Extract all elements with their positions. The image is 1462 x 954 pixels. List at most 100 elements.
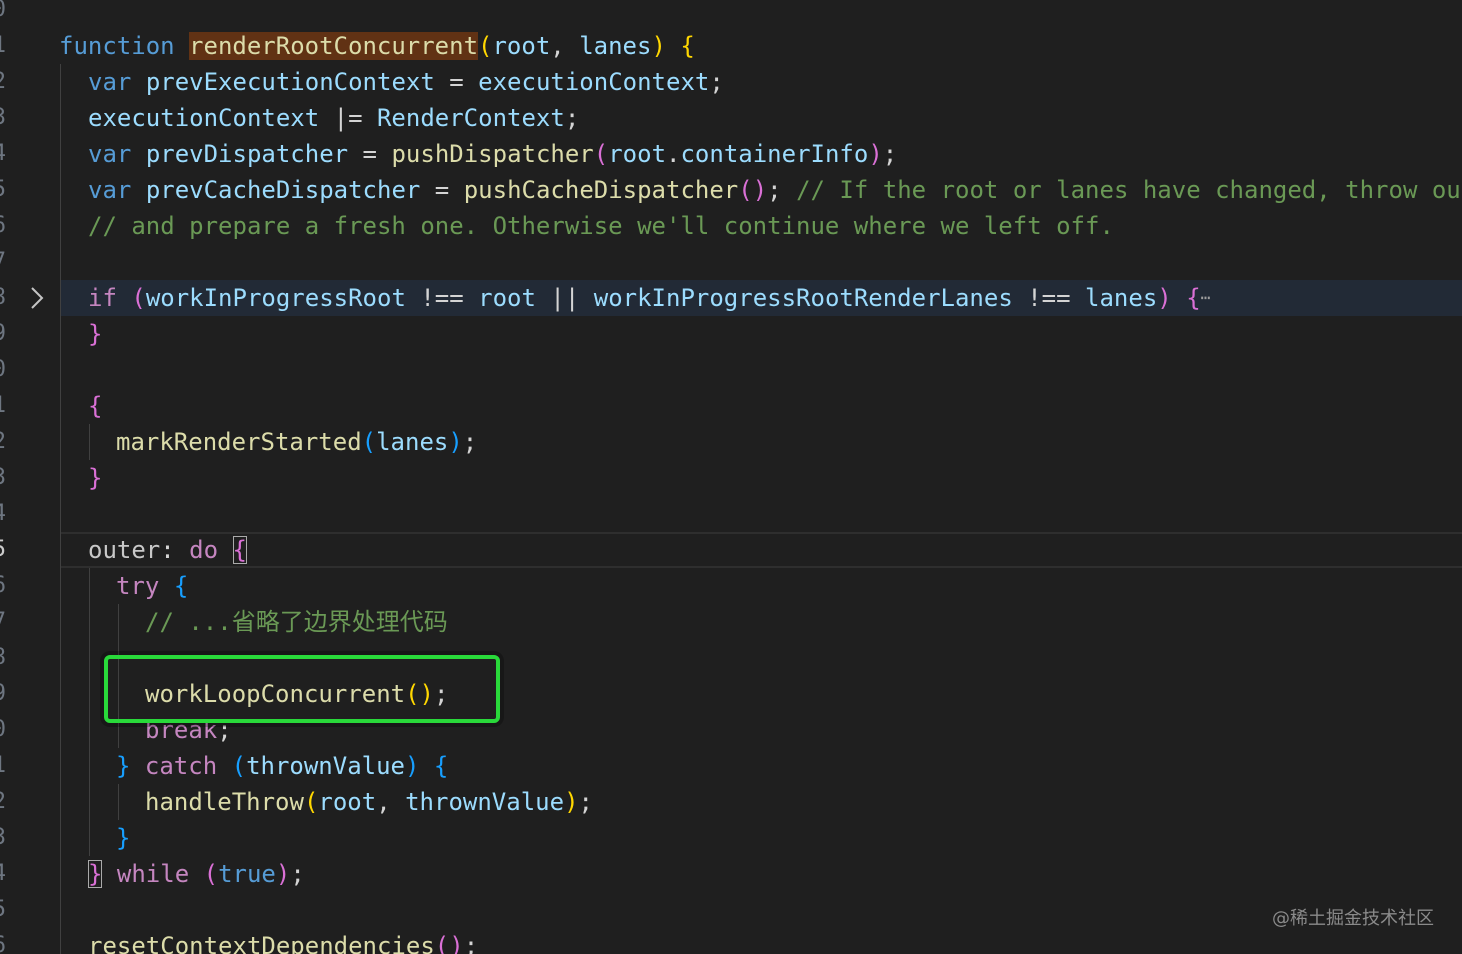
- function-call: handleThrow: [145, 788, 304, 816]
- brace: }: [88, 464, 103, 492]
- comment: // If the root or lanes have changed, th…: [796, 176, 1462, 204]
- variable: executionContext: [478, 68, 710, 96]
- brace: {: [680, 32, 695, 60]
- paren: (: [478, 32, 493, 60]
- variable: root: [318, 788, 377, 816]
- function-name: renderRootConcurrent: [189, 32, 479, 60]
- brace: {: [173, 572, 189, 600]
- operator: |=: [319, 104, 377, 132]
- function-call: pushCacheDispatcher: [463, 176, 739, 204]
- code-line[interactable]: var prevCacheDispatcher = pushCacheDispa…: [0, 172, 1462, 208]
- punctuation: ;: [462, 428, 478, 456]
- paren: (: [593, 140, 609, 168]
- keyword: if: [88, 284, 117, 312]
- paren: (): [434, 932, 464, 954]
- variable: thrownValue: [405, 788, 565, 816]
- paren: (): [738, 176, 768, 204]
- paren: (: [361, 428, 377, 456]
- parameter: root: [492, 32, 551, 60]
- keyword: var: [88, 176, 132, 204]
- keyword: catch: [144, 752, 218, 780]
- keyword: var: [88, 140, 132, 168]
- punctuation: ;: [290, 860, 305, 888]
- folded-code-line[interactable]: if (workInProgressRoot !== root || workI…: [0, 280, 1462, 316]
- code-line[interactable]: // and prepare a fresh one. Otherwise we…: [0, 208, 1462, 244]
- punctuation: ,: [550, 32, 580, 60]
- variable: lanes: [376, 428, 449, 456]
- operator: ||: [535, 284, 594, 312]
- code-editor[interactable]: 012345678901234567890123456 function ren…: [0, 0, 1462, 954]
- folded-ellipsis-icon[interactable]: ⋯: [1201, 288, 1211, 307]
- punctuation: ;: [578, 788, 593, 816]
- paren: (: [203, 860, 219, 888]
- matched-brace: }: [88, 860, 103, 888]
- paren: (: [303, 788, 319, 816]
- paren: ): [651, 32, 666, 60]
- property: containerInfo: [680, 140, 869, 168]
- code-line[interactable]: try {: [0, 568, 1462, 604]
- code-line[interactable]: var prevExecutionContext = executionCont…: [0, 64, 1462, 100]
- punctuation: ;: [564, 104, 580, 132]
- paren: ): [448, 428, 463, 456]
- comment: // ...省略了边界处理代码: [145, 608, 448, 636]
- literal: true: [218, 860, 276, 888]
- keyword: do: [189, 536, 219, 564]
- code-line[interactable]: }: [0, 460, 1462, 496]
- variable: RenderContext: [376, 104, 565, 132]
- function-call: pushDispatcher: [391, 140, 594, 168]
- keyword: var: [88, 68, 132, 96]
- comment: // and prepare a fresh one. Otherwise we…: [88, 212, 1114, 240]
- code-line[interactable]: resetContextDependencies();: [0, 928, 1462, 954]
- brace: }: [116, 824, 131, 852]
- code-line[interactable]: var prevDispatcher = pushDispatcher(root…: [0, 136, 1462, 172]
- keyword: try: [116, 572, 160, 600]
- code-line[interactable]: // ...省略了边界处理代码: [0, 604, 1462, 640]
- punctuation: ;: [882, 140, 898, 168]
- code-line[interactable]: } while (true);: [0, 856, 1462, 892]
- code-line[interactable]: } catch (thrownValue) {: [0, 748, 1462, 784]
- code-line[interactable]: markRenderStarted(lanes);: [0, 424, 1462, 460]
- punctuation: ;: [463, 932, 479, 954]
- operator: =: [420, 176, 464, 204]
- highlight-annotation-box: [104, 655, 500, 723]
- code-line[interactable]: }: [0, 316, 1462, 352]
- punctuation: ;: [709, 68, 724, 96]
- variable: root: [608, 140, 667, 168]
- code-line[interactable]: handleThrow(root, thrownValue);: [0, 784, 1462, 820]
- operator: !==: [1012, 284, 1086, 312]
- punctuation: ,: [376, 788, 406, 816]
- punctuation: .: [666, 140, 681, 168]
- function-call: resetContextDependencies: [88, 932, 435, 954]
- code-line[interactable]: }: [0, 820, 1462, 856]
- variable: prevCacheDispatcher: [145, 176, 421, 204]
- paren: ): [275, 860, 291, 888]
- watermark: @稀土掘金技术社区: [1272, 908, 1434, 929]
- code-line[interactable]: executionContext |= RenderContext;: [0, 100, 1462, 136]
- brace: {: [1186, 284, 1201, 312]
- operator: !==: [405, 284, 479, 312]
- paren: ): [405, 752, 420, 780]
- operator: =: [348, 140, 392, 168]
- variable: prevDispatcher: [145, 140, 349, 168]
- punctuation: :: [160, 536, 190, 564]
- variable: lanes: [1085, 284, 1158, 312]
- paren: ): [564, 788, 579, 816]
- variable: executionContext: [88, 104, 320, 132]
- code-line[interactable]: function renderRootConcurrent(root, lane…: [0, 28, 1462, 64]
- paren: (: [131, 284, 146, 312]
- variable: prevExecutionContext: [145, 68, 435, 96]
- variable: workInProgressRoot: [145, 284, 406, 312]
- variable: workInProgressRootRenderLanes: [593, 284, 1013, 312]
- brace: {: [433, 752, 449, 780]
- operator: =: [434, 68, 479, 96]
- brace: }: [88, 320, 103, 348]
- parameter: lanes: [579, 32, 652, 60]
- punctuation: ;: [767, 176, 782, 204]
- line-number: 0: [0, 0, 6, 28]
- code-line[interactable]: {: [0, 388, 1462, 424]
- function-call: markRenderStarted: [116, 428, 362, 456]
- paren: ): [1157, 284, 1172, 312]
- current-code-line[interactable]: outer: do {: [0, 532, 1462, 568]
- keyword: while: [116, 860, 190, 888]
- paren: (: [231, 752, 247, 780]
